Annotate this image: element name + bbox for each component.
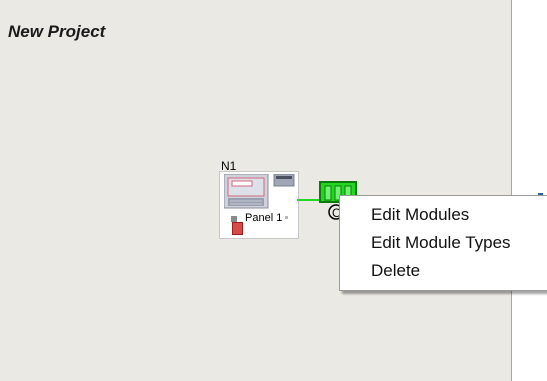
control-panel-icon	[224, 174, 295, 209]
project-title: New Project	[8, 22, 106, 41]
panel-port-dot	[285, 216, 288, 219]
menu-item-delete[interactable]: Delete	[371, 261, 420, 281]
panel-name: Panel 1	[245, 212, 283, 224]
panel-node[interactable]: Panel 1	[219, 171, 299, 239]
right-scroll-strip	[511, 0, 547, 381]
project-canvas[interactable]: New Project N1 Panel 1 O	[0, 0, 511, 381]
menu-item-edit-module-types[interactable]: Edit Module Types	[371, 233, 511, 253]
alarm-indicator-icon	[232, 222, 243, 235]
menu-item-edit-modules[interactable]: Edit Modules	[371, 205, 469, 225]
connection-line	[297, 199, 321, 201]
context-menu: Edit Modules Edit Module Types Delete	[339, 195, 547, 291]
